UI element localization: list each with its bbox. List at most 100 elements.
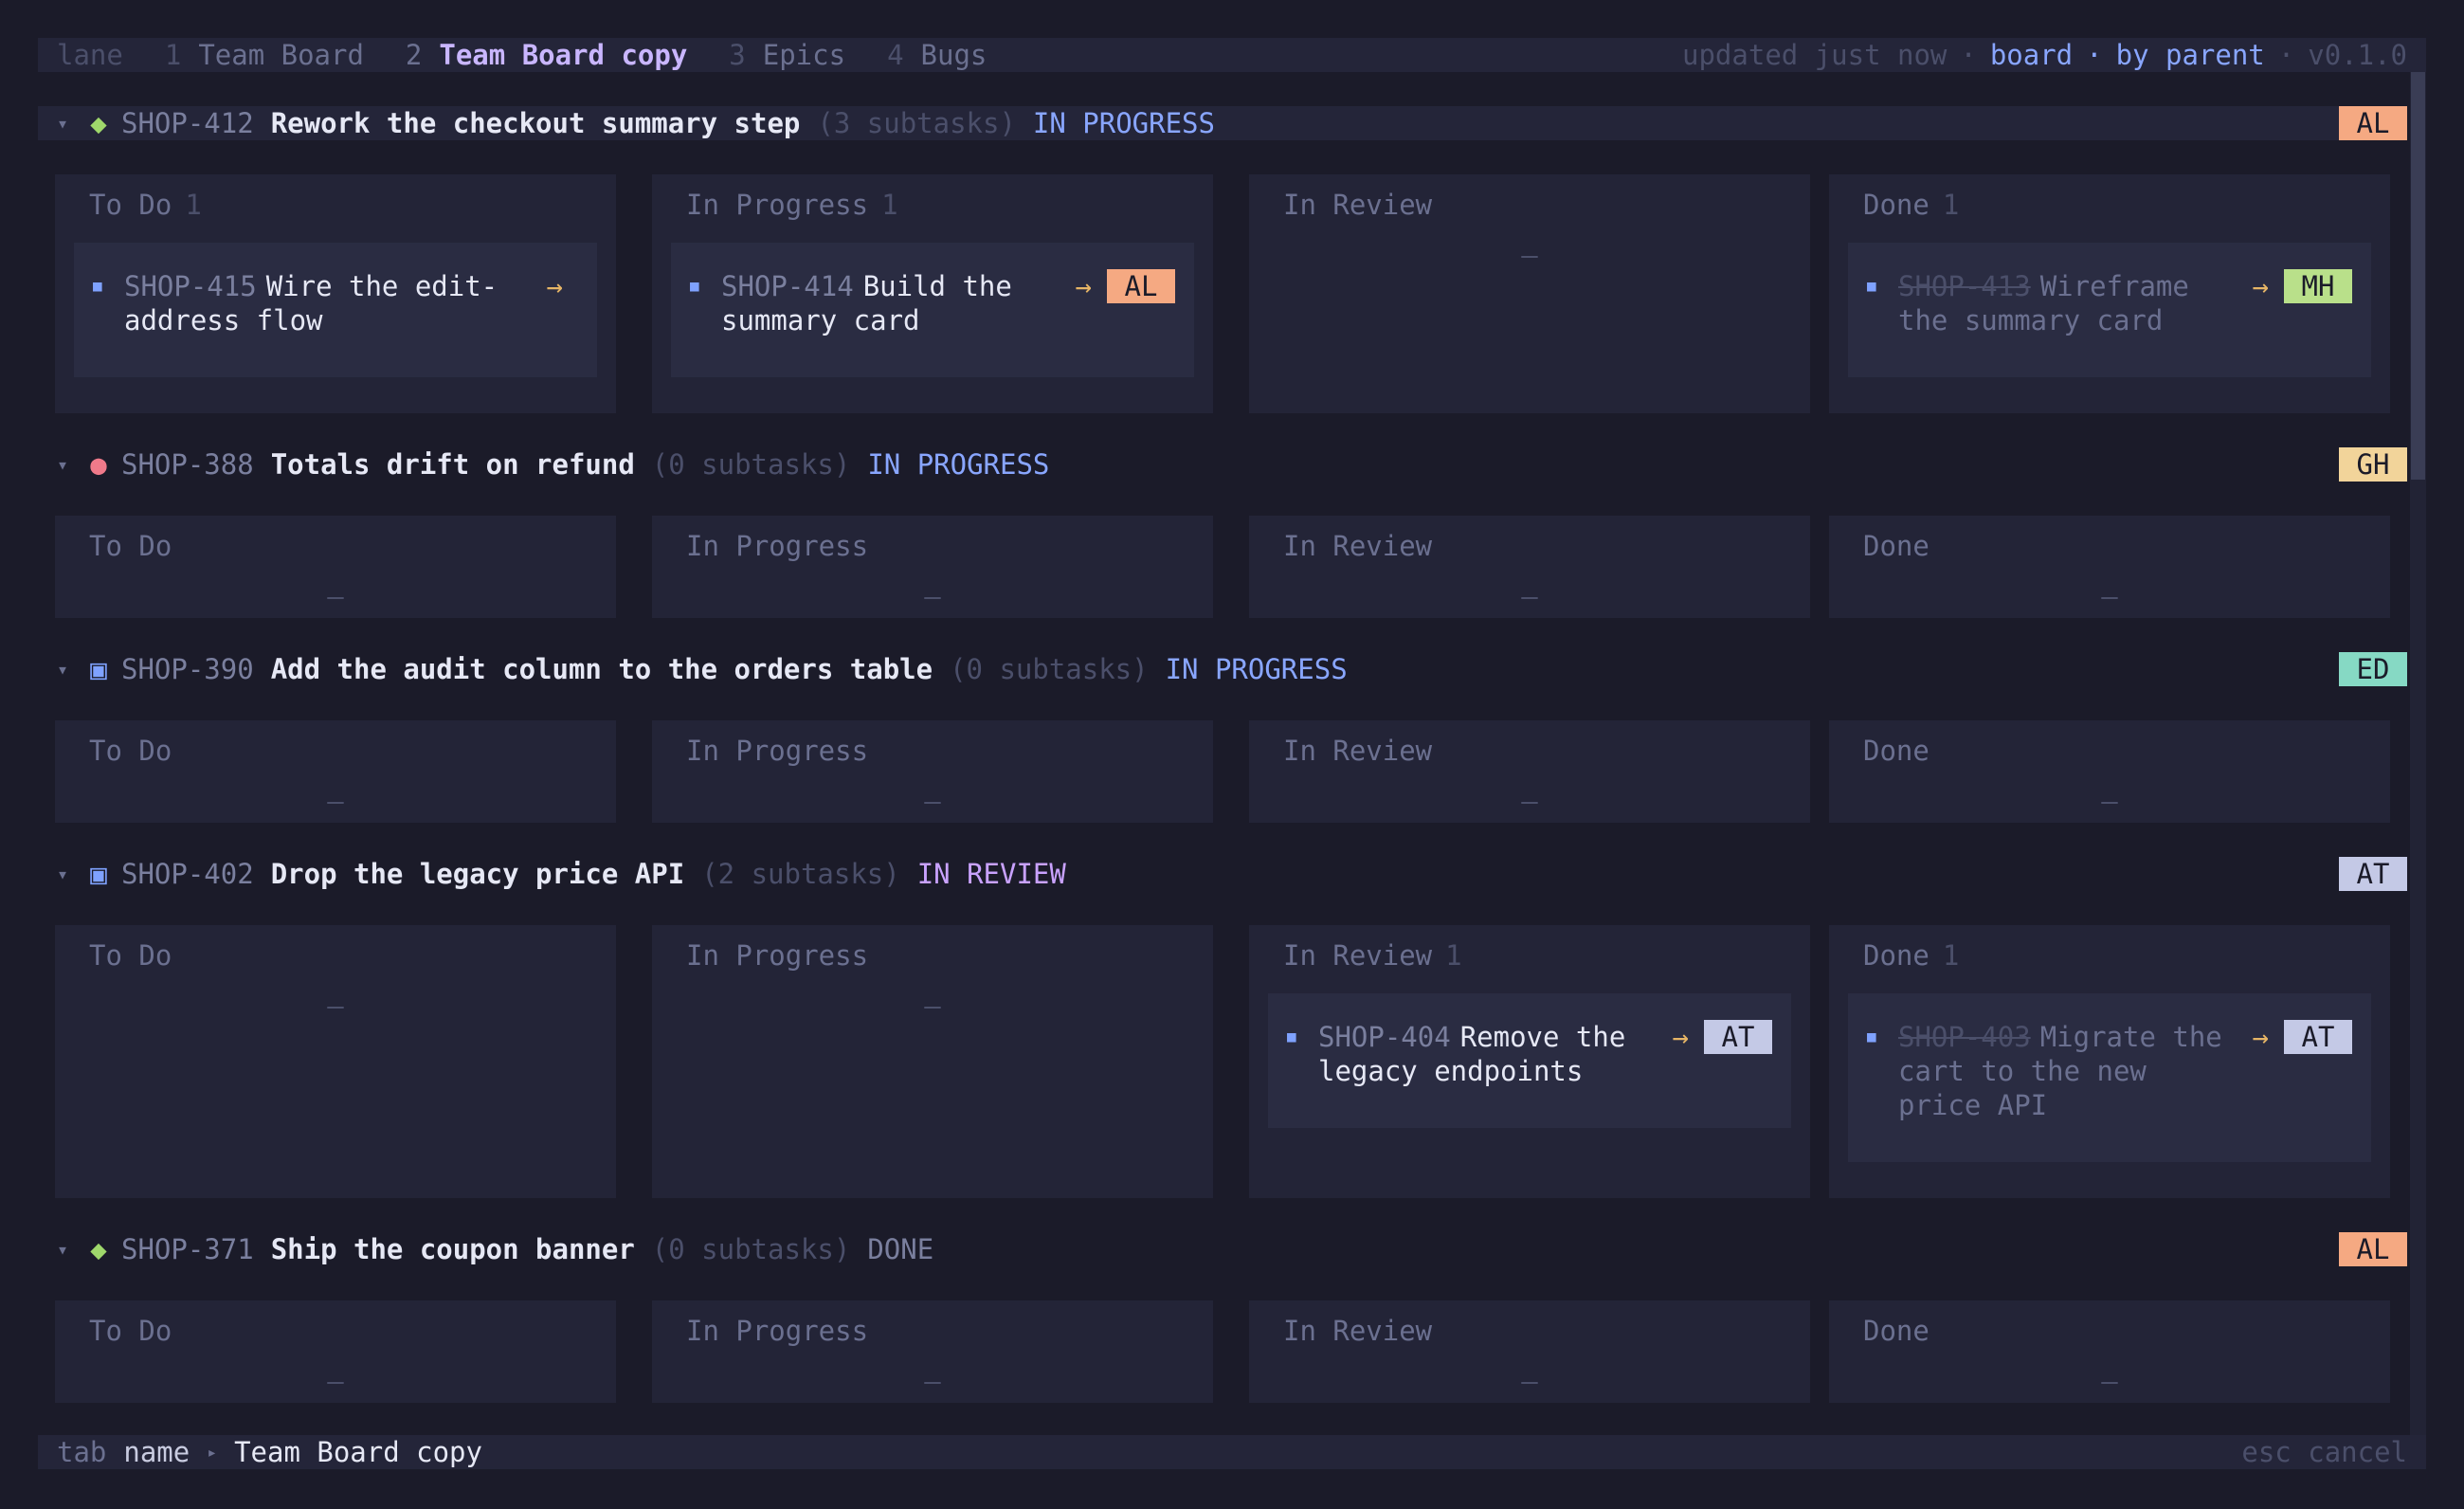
task-card[interactable]: ■ SHOP-414 Build the summary card → AL <box>671 243 1194 377</box>
view-mode[interactable]: board <box>1990 39 2073 71</box>
arrow-right-icon[interactable]: → <box>1673 1020 1689 1054</box>
square-bullet-icon: ■ <box>1867 277 1876 295</box>
avatar: AL <box>2339 106 2407 140</box>
avatar: AT <box>2284 1020 2352 1054</box>
column-title: Done <box>1863 530 1930 562</box>
square-bullet-icon: ■ <box>690 277 699 295</box>
column-todo: To Do — <box>55 1300 616 1403</box>
tab-number: 4 <box>887 39 904 71</box>
arrow-right-icon[interactable]: → <box>1076 269 1092 303</box>
empty-marker: — <box>924 580 941 612</box>
group-mode[interactable]: by parent <box>2116 39 2265 71</box>
status-badge: DONE <box>867 1233 934 1265</box>
column-todo: To Do — <box>55 925 616 1198</box>
column-in-review: In Review 1 ■ SHOP-404 Remove the legacy e… <box>1249 925 1810 1198</box>
card-key: SHOP-415 <box>124 270 257 302</box>
task-card[interactable]: ■ SHOP-415 Wire the edit-address flow → <box>74 243 597 377</box>
tab-bar: lane 1 Team Board 2 Team Board copy 3 Epics… <box>38 38 2426 72</box>
lane-key: SHOP-412 <box>121 107 254 139</box>
avatar: GH <box>2339 447 2407 482</box>
bug-dot-icon: ● <box>90 448 107 481</box>
updated-status: updated just now <box>1682 39 1948 71</box>
empty-marker: — <box>1521 785 1538 817</box>
empty-marker: — <box>924 990 941 1022</box>
column-in-progress: In Progress — <box>652 925 1213 1198</box>
task-card[interactable]: ■ SHOP-404 Remove the legacy endpoints → … <box>1268 993 1791 1128</box>
column-title: In Review <box>1283 530 1433 562</box>
column-title: In Progress <box>686 735 869 767</box>
status-badge: IN PROGRESS <box>1032 107 1215 139</box>
lane-title: Rework the checkout summary step <box>270 107 801 139</box>
separator: · <box>2277 39 2295 71</box>
arrow-right-icon[interactable]: → <box>2253 1020 2269 1054</box>
column-title: To Do <box>89 189 172 221</box>
column-title: In Progress <box>686 939 869 972</box>
tab-label: Team Board copy <box>439 39 688 71</box>
lane-header[interactable]: ▾ ▣ SHOP-402 Drop the legacy price API (… <box>38 857 2407 891</box>
rename-prompt: tab name ▸ Team Board copy esc cancel <box>38 1435 2426 1469</box>
column-title: To Do <box>89 1315 172 1347</box>
card-key: SHOP-404 <box>1318 1021 1451 1053</box>
chevron-down-icon[interactable]: ▾ <box>57 453 82 476</box>
column-in-progress: In Progress — <box>652 1300 1213 1403</box>
column-title: Done <box>1863 1315 1930 1347</box>
column-in-review: In Review — <box>1249 720 1810 823</box>
square-bullet-icon: ■ <box>93 277 102 295</box>
app-name: lane <box>57 39 123 71</box>
column-in-review: In Review — <box>1249 516 1810 618</box>
column-count: 1 <box>1942 189 1960 221</box>
task-card[interactable]: ■ SHOP-403 Migrate the cart to the new pr… <box>1848 993 2371 1162</box>
empty-marker: — <box>327 1365 344 1397</box>
tab-label: Bugs <box>920 39 987 71</box>
avatar: MH <box>2284 269 2352 303</box>
chevron-down-icon[interactable]: ▾ <box>57 658 82 681</box>
avatar: ED <box>2339 652 2407 686</box>
lane-header[interactable]: ▾ ● SHOP-388 Totals drift on refund (0 s… <box>38 447 2407 482</box>
chevron-down-icon[interactable]: ▾ <box>57 1238 82 1261</box>
column-count: 1 <box>1445 939 1462 972</box>
tab-team-board[interactable]: 1 Team Board <box>165 39 364 71</box>
task-card[interactable]: ■ SHOP-413 Wireframe the summary card → M… <box>1848 243 2371 377</box>
arrow-right-icon[interactable]: → <box>2253 269 2269 303</box>
square-bullet-icon: ■ <box>1287 1027 1296 1045</box>
column-done: Done — <box>1829 516 2390 618</box>
key-hint: tab <box>57 1436 107 1468</box>
column-in-progress: In Progress — <box>652 516 1213 618</box>
column-done: Done — <box>1829 1300 2390 1403</box>
tab-bugs[interactable]: 4 Bugs <box>887 39 987 71</box>
lane-header[interactable]: ▾ ◆ SHOP-412 Rework the checkout summary… <box>38 106 2407 140</box>
lane-header[interactable]: ▾ ◆ SHOP-371 Ship the coupon banner (0 s… <box>38 1232 2407 1266</box>
empty-marker: — <box>2101 580 2118 612</box>
column-title: In Progress <box>686 1315 869 1347</box>
scrollbar-thumb[interactable] <box>2411 72 2425 480</box>
chevron-down-icon[interactable]: ▾ <box>57 112 82 135</box>
empty-marker: — <box>327 580 344 612</box>
column-in-progress: In Progress — <box>652 720 1213 823</box>
empty-marker: — <box>924 785 941 817</box>
column-count: 1 <box>1942 939 1960 972</box>
arrow-right-icon[interactable]: → <box>547 269 563 303</box>
separator: · <box>2086 39 2103 71</box>
column-title: In Review <box>1283 735 1433 767</box>
chevron-down-icon[interactable]: ▾ <box>57 863 82 885</box>
column-count: 1 <box>881 189 898 221</box>
status-badge: IN REVIEW <box>916 858 1066 890</box>
tab-epics[interactable]: 3 Epics <box>729 39 845 71</box>
tab-team-board-copy[interactable]: 2 Team Board copy <box>406 39 687 71</box>
column-title: Done <box>1863 189 1930 221</box>
name-input[interactable]: Team Board copy <box>234 1436 482 1468</box>
column-todo: To Do — <box>55 720 616 823</box>
avatar: AL <box>2339 1232 2407 1266</box>
cancel-hint[interactable]: esc cancel <box>2241 1436 2407 1468</box>
story-square-icon: ▣ <box>90 653 107 685</box>
card-key: SHOP-414 <box>721 270 854 302</box>
lane-title: Add the audit column to the orders table <box>270 653 933 685</box>
tab-number: 1 <box>164 39 182 71</box>
column-count: 1 <box>185 189 202 221</box>
lane-key: SHOP-388 <box>121 448 254 481</box>
status-area: updated just now · board · by parent · v… <box>1682 39 2407 71</box>
subtask-count: (0 subtasks) <box>651 448 851 481</box>
tab-label: Team Board <box>198 39 364 71</box>
column-in-review: In Review — <box>1249 174 1810 413</box>
lane-header[interactable]: ▾ ▣ SHOP-390 Add the audit column to the… <box>38 652 2407 686</box>
